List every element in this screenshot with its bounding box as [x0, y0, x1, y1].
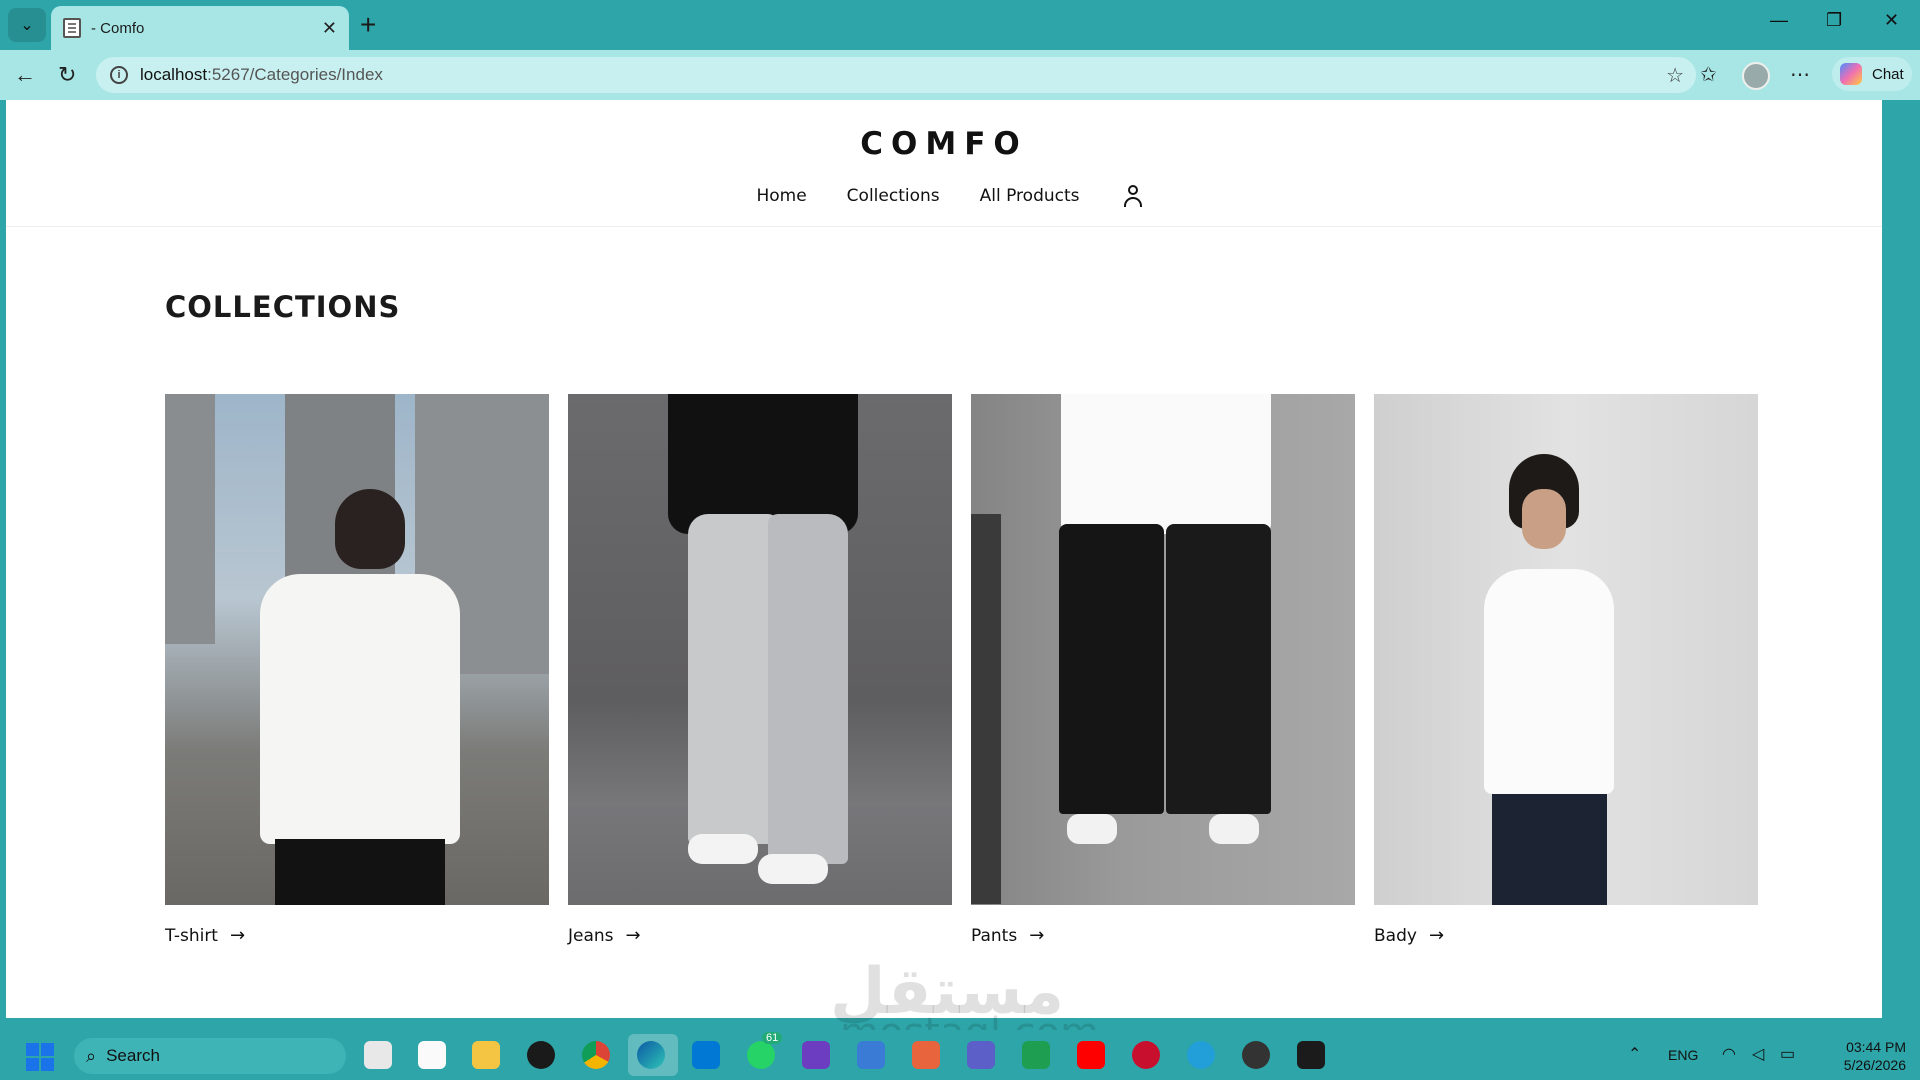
- url-path: :5267/Categories/Index: [207, 65, 383, 84]
- red-app-icon[interactable]: [1132, 1041, 1160, 1069]
- search-icon: ⌕: [86, 1045, 97, 1066]
- arrow-right-icon: →: [1428, 925, 1445, 946]
- bible-app-icon[interactable]: [418, 1041, 446, 1069]
- browser-toolbar: ← ↻ i localhost:5267/Categories/Index ☆ …: [0, 50, 1920, 100]
- file-explorer-icon[interactable]: [472, 1041, 500, 1069]
- favorites-icon[interactable]: ✩: [1700, 62, 1717, 87]
- task-view-icon[interactable]: [364, 1041, 392, 1069]
- terminal-icon[interactable]: [1297, 1041, 1325, 1069]
- collection-card-pants[interactable]: Pants →: [971, 394, 1355, 946]
- chatgpt-icon[interactable]: [527, 1041, 555, 1069]
- nav-home-link[interactable]: Home: [756, 186, 806, 206]
- back-arrow-icon[interactable]: ←: [14, 62, 36, 88]
- profile-avatar-icon[interactable]: [1742, 62, 1770, 90]
- arrow-right-icon: →: [1029, 925, 1045, 946]
- visual-studio-icon[interactable]: [802, 1041, 830, 1069]
- bady-collection-image[interactable]: [1374, 394, 1758, 905]
- refresh-icon[interactable]: ↻: [58, 62, 76, 88]
- collection-link-jeans[interactable]: Jeans →: [568, 925, 952, 946]
- page-title: COLLECTIONS: [165, 290, 401, 324]
- site-logo[interactable]: COMFO: [6, 126, 1882, 162]
- search-label: Search: [106, 1046, 160, 1065]
- telegram-icon[interactable]: [1187, 1041, 1215, 1069]
- collection-label: Pants: [971, 925, 1018, 946]
- copilot-icon: [1840, 63, 1862, 85]
- pants-collection-image[interactable]: [971, 394, 1355, 905]
- clock-time: 03:44 PM: [1846, 1039, 1906, 1055]
- site-header: COMFO Home Collections All Products: [6, 100, 1882, 227]
- taskbar-clock[interactable]: 03:44 PM 5/26/2026: [1826, 1038, 1906, 1074]
- chat-label: Chat: [1872, 65, 1904, 83]
- tab-list-button[interactable]: ⌄: [8, 8, 46, 42]
- main-nav: Home Collections All Products: [6, 184, 1882, 208]
- wifi-icon[interactable]: ◠: [1722, 1044, 1736, 1064]
- close-window-icon[interactable]: ✕: [1884, 10, 1899, 31]
- youtube-icon[interactable]: [1077, 1041, 1105, 1069]
- battery-icon[interactable]: ▭: [1780, 1044, 1795, 1064]
- nav-all-products-link[interactable]: All Products: [980, 186, 1080, 206]
- collection-link-bady[interactable]: Bady →: [1374, 925, 1758, 946]
- collection-link-pants[interactable]: Pants →: [971, 925, 1355, 946]
- new-tab-button[interactable]: +: [360, 10, 376, 40]
- collection-label: Bady: [1374, 925, 1417, 946]
- chrome-icon[interactable]: [582, 1041, 610, 1069]
- browser-tab-bar: ⌄ - Comfo ✕ + — ❐ ✕: [0, 0, 1920, 50]
- language-indicator[interactable]: ENG: [1668, 1047, 1698, 1063]
- url-text: localhost:5267/Categories/Index: [140, 65, 383, 85]
- whatsapp-icon[interactable]: [747, 1041, 775, 1069]
- collection-label: Jeans: [568, 925, 614, 946]
- clock-date: 5/26/2026: [1843, 1057, 1906, 1073]
- collections-grid: T-shirt → Jeans → Pants → Bady →: [165, 394, 1765, 946]
- teams-icon[interactable]: [967, 1041, 995, 1069]
- favorite-star-icon[interactable]: ☆: [1666, 63, 1684, 88]
- tshirt-collection-image[interactable]: [165, 394, 549, 905]
- taskbar-search[interactable]: ⌕ Search: [74, 1038, 346, 1074]
- tab-title: - Comfo: [91, 19, 145, 37]
- spreadsheet-icon[interactable]: [1022, 1041, 1050, 1069]
- address-bar[interactable]: i localhost:5267/Categories/Index ☆: [96, 57, 1696, 93]
- windows-start-icon[interactable]: [26, 1043, 54, 1071]
- user-account-icon[interactable]: [1122, 184, 1144, 208]
- volume-icon[interactable]: ◁: [1752, 1044, 1764, 1064]
- vscode-icon[interactable]: [692, 1041, 720, 1069]
- more-options-icon[interactable]: ⋯: [1790, 62, 1810, 87]
- media-player-icon[interactable]: [1242, 1041, 1270, 1069]
- minimize-icon[interactable]: —: [1770, 10, 1788, 31]
- nav-collections-link[interactable]: Collections: [847, 186, 940, 206]
- matlab-icon[interactable]: [912, 1041, 940, 1069]
- collection-card-bady[interactable]: Bady →: [1374, 394, 1758, 946]
- collection-card-tshirt[interactable]: T-shirt →: [165, 394, 549, 946]
- collection-label: T-shirt: [165, 925, 218, 946]
- jeans-collection-image[interactable]: [568, 394, 952, 905]
- arrow-right-icon: →: [625, 925, 641, 946]
- collection-card-jeans[interactable]: Jeans →: [568, 394, 952, 946]
- info-icon[interactable]: i: [110, 66, 128, 84]
- edge-icon[interactable]: [637, 1041, 665, 1069]
- xcode-like-icon[interactable]: [857, 1041, 885, 1069]
- close-tab-icon[interactable]: ✕: [322, 18, 337, 39]
- copilot-chat-button[interactable]: Chat: [1832, 57, 1912, 91]
- page-viewport: COMFO Home Collections All Products COLL…: [6, 100, 1882, 1018]
- windows-taskbar: ⌕ Search 61 ⌃ ENG ◠ ◁ ▭ 03:44 PM 5/26/20…: [0, 1030, 1920, 1080]
- browser-tab-active[interactable]: - Comfo ✕: [51, 6, 349, 50]
- collection-link-tshirt[interactable]: T-shirt →: [165, 925, 549, 946]
- page-favicon-icon: [63, 18, 81, 38]
- chevron-up-icon[interactable]: ⌃: [1628, 1044, 1641, 1064]
- whatsapp-badge: 61: [762, 1032, 783, 1044]
- arrow-right-icon: →: [229, 925, 246, 946]
- restore-icon[interactable]: ❐: [1826, 10, 1842, 31]
- chevron-down-icon: ⌄: [20, 17, 34, 34]
- url-host: localhost: [140, 65, 208, 84]
